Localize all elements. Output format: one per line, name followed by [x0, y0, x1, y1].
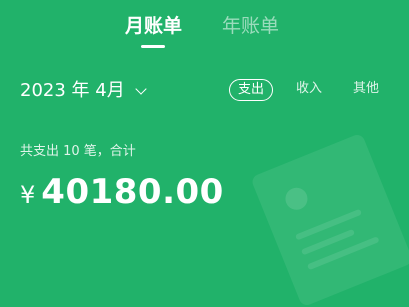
- currency-symbol: ¥: [20, 181, 36, 209]
- month-label: 2023 年 4月: [20, 80, 125, 101]
- receipt-line: [294, 208, 363, 241]
- filter-other[interactable]: 其他: [353, 79, 379, 101]
- receipt-line: [306, 236, 380, 271]
- active-tab-indicator: [141, 45, 165, 48]
- receipt-illustration: [250, 132, 409, 307]
- total-amount: ¥ 40180.00: [20, 172, 224, 212]
- receipt-dot: [282, 184, 311, 214]
- tab-yearly-bill[interactable]: 年账单: [222, 14, 279, 38]
- amount-value: 40180.00: [41, 172, 224, 212]
- filter-income[interactable]: 收入: [296, 79, 322, 101]
- tab-monthly-bill[interactable]: 月账单: [125, 14, 182, 38]
- filter-expense[interactable]: 支出: [229, 79, 273, 101]
- chevron-down-icon: [135, 83, 147, 95]
- month-picker[interactable]: 2023 年 4月: [20, 79, 147, 103]
- expense-summary: 共支出 10 笔，合计: [20, 144, 136, 159]
- bill-tabs: 月账单 年账单: [0, 14, 409, 50]
